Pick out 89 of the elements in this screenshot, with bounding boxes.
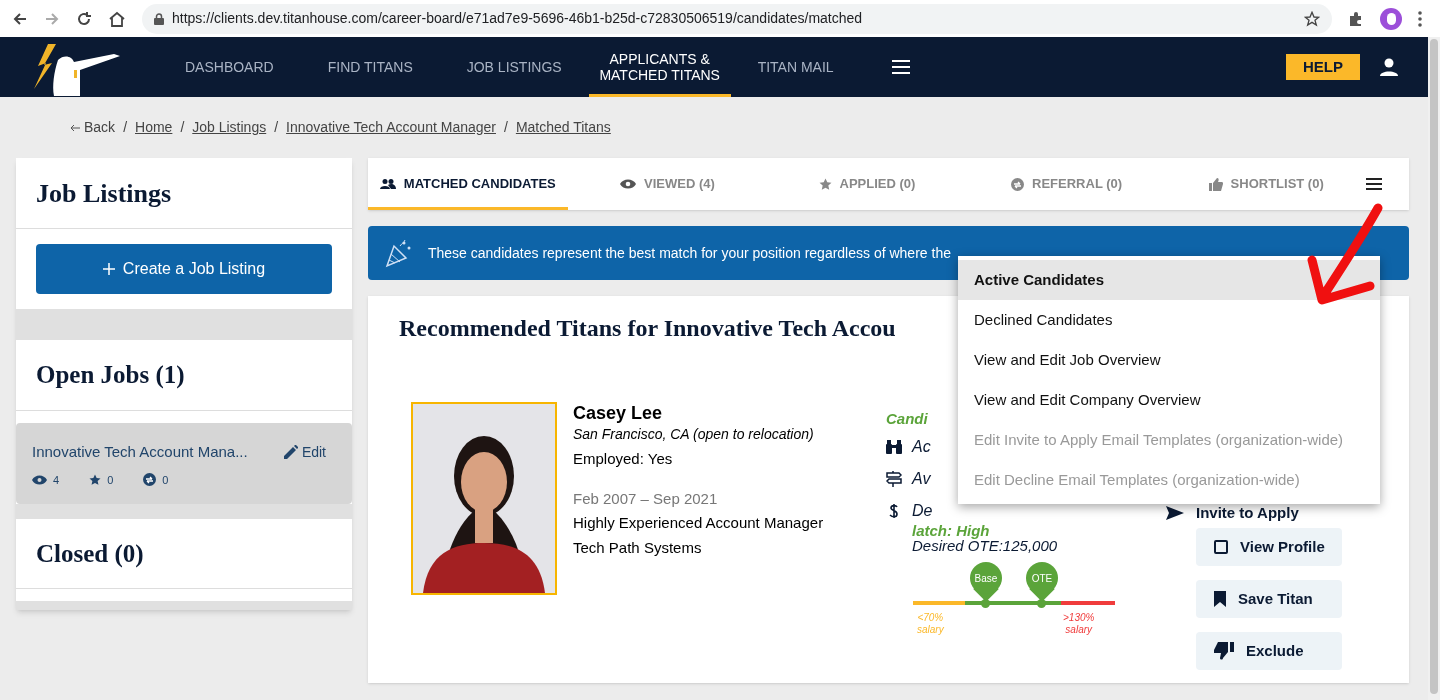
breadcrumb-link[interactable]: Matched Titans <box>515 117 611 138</box>
star-icon[interactable] <box>1304 10 1320 27</box>
menu-item: Edit Invite to Apply Email Templates (organization-wide) <box>973 429 1345 450</box>
back-link[interactable]: Back <box>70 117 116 138</box>
breadcrumb-link[interactable]: Job Listings <box>192 117 267 138</box>
nav-link[interactable]: TITAN MAIL <box>730 37 861 97</box>
reload-icon[interactable] <box>76 10 92 27</box>
back-icon[interactable] <box>12 10 28 27</box>
stars-count: 0 <box>107 472 114 488</box>
nav-link[interactable]: FIND TITANS <box>300 37 440 97</box>
profile-avatar[interactable] <box>1380 7 1402 30</box>
puzzle-icon[interactable] <box>1348 10 1364 27</box>
panel-heading: Job Listings <box>36 177 172 210</box>
employment-status: Employed: Yes <box>573 449 674 469</box>
candidate-location: San Francisco, CA (open to relocation) <box>573 425 815 444</box>
more-icon[interactable] <box>1418 10 1422 27</box>
breadcrumb-separator: / <box>122 118 128 137</box>
salary-marker-pin: OTE <box>1026 561 1058 602</box>
referrals-count: 0 <box>162 472 169 488</box>
candidate-company: Tech Path Systems <box>573 537 703 558</box>
bookmark-icon <box>1214 591 1226 607</box>
section-heading: Open Jobs (1) <box>36 360 185 391</box>
breadcrumb-link[interactable]: Home <box>135 117 173 138</box>
card-title: Recommended Titans for Innovative Tech Accou <box>399 314 896 343</box>
referral-icon <box>1011 177 1025 191</box>
menu-item[interactable]: View and Edit Company Overview <box>958 380 1380 420</box>
candidate-name: Casey Lee <box>573 402 664 424</box>
address-bar[interactable]: https://clients.dev.titanhouse.com/career-board/e71ad7e9-5696-46b1-b25d-c72830506519/candidates/matched <box>142 3 1332 34</box>
send-icon <box>1166 506 1184 520</box>
detail-text: Av <box>912 468 931 489</box>
thumbs-down-icon <box>1214 642 1234 660</box>
tab[interactable]: VIEWED (4) <box>567 158 768 210</box>
employment-dates: Feb 2007 – Sep 2021 <box>573 488 719 509</box>
action-button[interactable]: Save Titan <box>1196 580 1342 618</box>
match-heading: Candi <box>886 409 929 429</box>
desired-ote: Desired OTE:125,000 <box>911 537 1059 554</box>
profile-card-icon <box>1214 540 1228 554</box>
action-button[interactable]: View Profile <box>1196 528 1342 566</box>
match-level: latch: High <box>911 522 990 538</box>
menu-item: Edit Decline Email Templates (organization-wide) <box>973 469 1301 490</box>
lock-icon <box>154 12 164 25</box>
breadcrumb-separator: / <box>503 118 509 137</box>
job-title: Innovative Tech Account Mana... <box>32 442 248 462</box>
back-arrow-icon <box>70 123 80 132</box>
detail-text: Ac <box>912 436 931 457</box>
pencil-icon <box>283 445 298 460</box>
eye-icon <box>620 179 636 189</box>
breadcrumb-link[interactable]: Innovative Tech Account Manager <box>286 117 496 138</box>
dollar-icon <box>889 502 899 519</box>
nav-link[interactable]: DASHBOARD <box>158 37 301 97</box>
salary-marker-pin: Base <box>970 561 1002 602</box>
invite-link[interactable]: Invite to Apply <box>1166 502 1342 524</box>
high-salary-label: >130% salary <box>1063 611 1095 636</box>
breadcrumb-separator: / <box>273 118 280 137</box>
job-list-item[interactable]: Innovative Tech Account Mana... Edit 4 0 0 <box>16 423 352 504</box>
tab[interactable]: MATCHED CANDIDATES <box>368 158 568 210</box>
create-job-button[interactable]: Create a Job Listing <box>36 244 332 294</box>
views-count: 4 <box>53 472 60 488</box>
people-icon <box>379 179 396 189</box>
menu-item[interactable]: Active Candidates <box>958 260 1380 300</box>
scrollbar-thumb[interactable] <box>1430 39 1438 694</box>
star-icon <box>818 177 832 191</box>
binoculars-icon <box>886 439 902 454</box>
section-heading: Closed (0) <box>36 538 144 570</box>
tab[interactable]: SHORTLIST (0) <box>1166 158 1366 210</box>
home-icon[interactable] <box>108 10 126 27</box>
low-salary-label: <70% salary <box>917 611 944 636</box>
eye-icon <box>32 474 47 485</box>
thumbs-up-icon <box>1208 177 1223 191</box>
menu-icon[interactable] <box>1366 178 1382 190</box>
menu-item[interactable]: Declined Candidates <box>958 300 1380 340</box>
action-button[interactable]: Exclude <box>1196 632 1342 670</box>
referral-icon <box>143 473 157 487</box>
candidate-headline: Highly Experienced Account Manager <box>573 513 825 533</box>
tab[interactable]: APPLIED (0) <box>767 158 967 210</box>
plus-icon <box>102 263 115 275</box>
detail-text: De <box>912 500 933 521</box>
banner-text: These candidates represent the best match for your position regardless of where the <box>428 243 951 263</box>
star-icon <box>89 473 102 486</box>
menu-item[interactable]: View and Edit Job Overview <box>958 340 1380 380</box>
nav-link[interactable]: JOB LISTINGS <box>439 37 589 97</box>
edit-link[interactable]: Edit <box>283 441 336 463</box>
help-button[interactable]: HELP <box>1286 54 1360 80</box>
user-icon[interactable] <box>1380 58 1398 76</box>
url-text: https://clients.dev.titanhouse.com/career-board/e71ad7e9-5696-46b1-b25d-c72830506519/candidates/matched <box>172 9 864 28</box>
tab[interactable]: REFERRAL (0) <box>966 158 1167 210</box>
breadcrumb-separator: / <box>179 118 186 137</box>
nav-link[interactable]: APPLICANTS & MATCHED TITANS <box>588 37 731 97</box>
signpost-icon <box>886 470 902 487</box>
